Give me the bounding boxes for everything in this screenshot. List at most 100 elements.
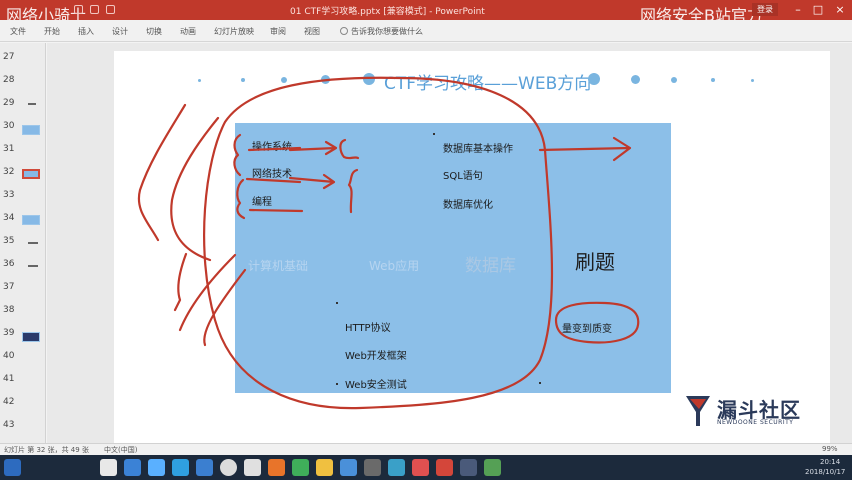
app-icon[interactable] (364, 459, 381, 476)
decorative-dot (198, 79, 201, 82)
slide-title: CTF学习攻略——WEB方向 (384, 74, 592, 94)
tab-slideshow[interactable]: 幻灯片放映 (214, 26, 254, 37)
slide: CTF学习攻略——WEB方向 操作系统 网络技术 编程 数据库基本操作 SQL语… (114, 51, 830, 449)
slide-number: 29 (3, 98, 15, 108)
decorative-dot (363, 73, 375, 85)
slide-number: 41 (3, 374, 15, 384)
slide-number: 43 (3, 420, 15, 430)
tab-transitions[interactable]: 切换 (146, 26, 162, 37)
slide-thumbnail[interactable] (22, 332, 40, 342)
window-title: 01 CTF学习攻略.pptx [兼容模式] - PowerPoint (290, 7, 485, 17)
slide-thumbnail[interactable] (28, 103, 36, 105)
tab-home[interactable]: 开始 (44, 26, 60, 37)
decorative-dot (241, 78, 245, 82)
slide-number: 37 (3, 282, 15, 292)
tell-me-search[interactable]: 告诉我你想要做什么 (340, 26, 423, 37)
db-item-optimize: 数据库优化 (443, 200, 493, 211)
decorative-dot (588, 73, 600, 85)
tab-review[interactable]: 审阅 (270, 26, 286, 37)
slide-thumbnail[interactable] (22, 215, 40, 225)
app-icon[interactable] (100, 459, 117, 476)
start-icon[interactable] (4, 459, 21, 476)
slide-number: 30 (3, 121, 15, 131)
minimize-icon[interactable]: – (790, 2, 806, 18)
app-icon[interactable] (124, 459, 141, 476)
title-bar: 网络小骑士 01 CTF学习攻略.pptx [兼容模式] - PowerPoin… (0, 0, 852, 25)
app-icon[interactable] (172, 459, 189, 476)
save-icon[interactable] (74, 5, 83, 14)
decorative-dot (281, 77, 287, 83)
practice-note: 量变到质变 (562, 324, 612, 335)
web-item-http: HTTP协议 (345, 323, 391, 334)
slide-thumbnail-panel: 27 28 29 30 31 32 33 34 35 36 37 38 39 4… (0, 43, 46, 443)
tab-design[interactable]: 设计 (112, 26, 128, 37)
app-icon[interactable] (292, 459, 309, 476)
category-web-app: Web应用 (369, 259, 420, 273)
slide-number: 39 (3, 328, 15, 338)
maximize-icon[interactable]: □ (810, 2, 826, 18)
app-icon[interactable] (148, 459, 165, 476)
slide-number: 40 (3, 351, 15, 361)
app-icon[interactable] (316, 459, 333, 476)
close-icon[interactable]: × (832, 2, 848, 18)
category-database: 数据库 (465, 256, 516, 276)
slide-number: 33 (3, 190, 15, 200)
app-icon[interactable] (388, 459, 405, 476)
lightbulb-icon (340, 27, 348, 35)
bullet-marker (336, 383, 338, 385)
slide-counter: 幻灯片 第 32 张，共 49 张 (4, 446, 89, 454)
ribbon-tabs: 文件 开始 插入 设计 切换 动画 幻灯片放映 审阅 视图 告诉我你想要做什么 (0, 20, 852, 42)
decorative-dot (711, 78, 715, 82)
login-button[interactable]: 登录 (752, 3, 778, 16)
app-icon[interactable] (340, 459, 357, 476)
slide-number: 38 (3, 305, 15, 315)
category-basic: 计算机基础 (248, 259, 309, 273)
web-item-security-testing: Web安全测试 (345, 380, 407, 391)
clock-date: 2018/10/17 (805, 468, 846, 476)
undo-icon[interactable] (90, 5, 99, 14)
clock-time: 20:14 (820, 458, 841, 466)
slide-number: 28 (3, 75, 15, 85)
status-bar: 幻灯片 第 32 张，共 49 张 中文(中国) 99% (0, 443, 852, 455)
slide-thumbnail-current[interactable] (22, 169, 40, 179)
slide-thumbnail[interactable] (28, 242, 38, 244)
app-icon[interactable] (244, 459, 261, 476)
firefox-icon[interactable] (268, 459, 285, 476)
tab-animations[interactable]: 动画 (180, 26, 196, 37)
foundation-item-network: 网络技术 (252, 169, 292, 180)
bullet-marker (539, 382, 541, 384)
decorative-dot (321, 75, 330, 84)
slide-thumbnail[interactable] (22, 125, 40, 135)
foundation-item-programming: 编程 (252, 197, 272, 208)
slide-number: 42 (3, 397, 15, 407)
slide-canvas: CTF学习攻略——WEB方向 操作系统 网络技术 编程 数据库基本操作 SQL语… (47, 43, 852, 449)
app-icon[interactable] (412, 459, 429, 476)
slide-number: 31 (3, 144, 15, 154)
app-icon[interactable] (484, 459, 501, 476)
zoom-level[interactable]: 99% (822, 445, 838, 453)
tab-insert[interactable]: 插入 (78, 26, 94, 37)
foundation-item-os: 操作系统 (252, 142, 292, 153)
taskbar: 20:14 2018/10/17 (0, 455, 852, 480)
web-item-framework: Web开发框架 (345, 351, 407, 362)
tab-file[interactable]: 文件 (10, 26, 26, 37)
category-practice: 刷题 (575, 250, 615, 274)
app-icon[interactable] (196, 459, 213, 476)
slide-thumbnail[interactable] (28, 265, 38, 267)
slide-number: 32 (3, 167, 15, 177)
decorative-dot (631, 75, 640, 84)
bullet-marker (336, 302, 338, 304)
bullet-marker (433, 133, 435, 135)
logo-subtitle: NEWDOONE SECURITY (717, 419, 794, 426)
decorative-dot (671, 77, 677, 83)
browser-icon[interactable] (220, 459, 237, 476)
content-box: 操作系统 网络技术 编程 数据库基本操作 SQL语句 数据库优化 计算机基础 W… (235, 123, 671, 393)
newdoone-logo: 漏斗社区 NEWDOONE SECURITY (683, 392, 803, 432)
powerpoint-icon[interactable] (436, 459, 453, 476)
slide-number: 35 (3, 236, 15, 246)
tab-view[interactable]: 视图 (304, 26, 320, 37)
redo-icon[interactable] (106, 5, 115, 14)
db-item-basic: 数据库基本操作 (443, 144, 513, 155)
language-indicator[interactable]: 中文(中国) (104, 445, 137, 455)
app-icon[interactable] (460, 459, 477, 476)
